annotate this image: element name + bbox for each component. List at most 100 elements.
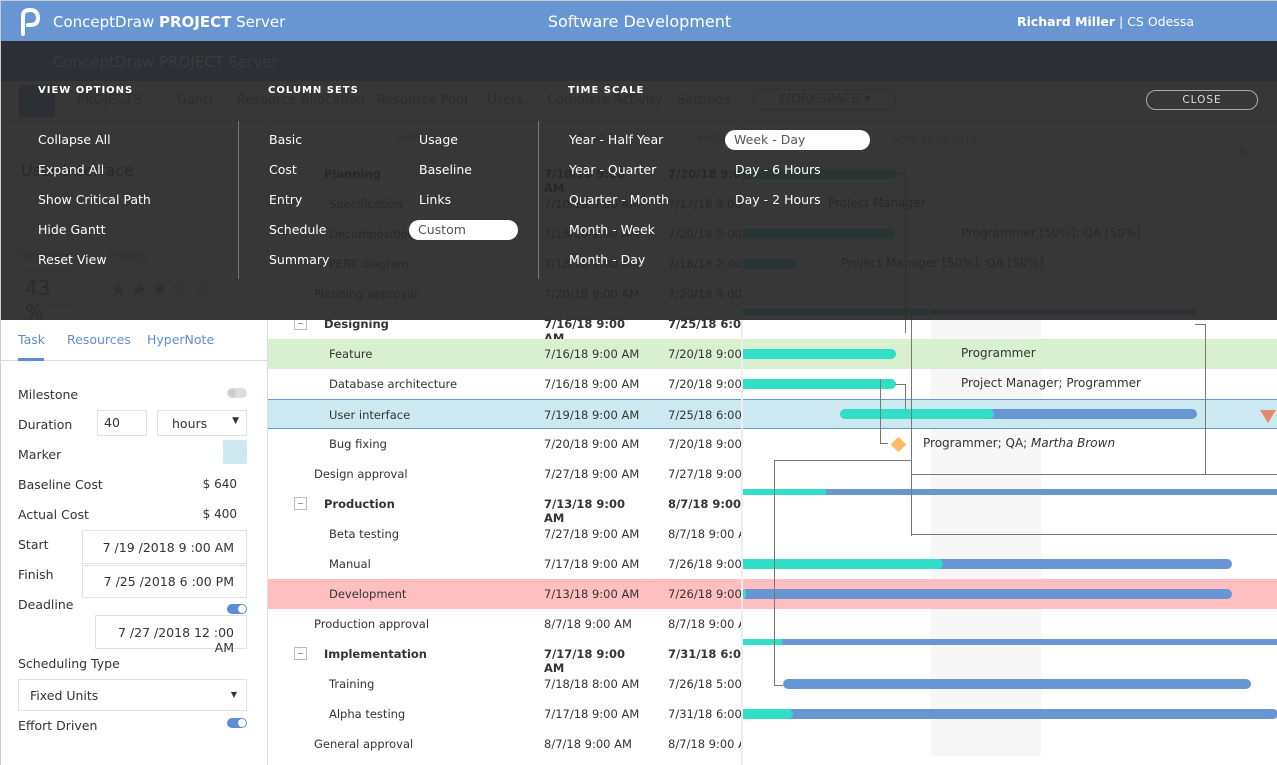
dropdown-arrow-icon: ▼ xyxy=(230,690,237,699)
menu-show-critical-path[interactable]: Show Critical Path xyxy=(38,192,151,207)
resource-label-database: Project Manager; Programmer xyxy=(961,376,1141,390)
time-scale-month-day[interactable]: Month - Day xyxy=(569,252,645,267)
resource-label-bug-fixing-text: Programmer; QA; xyxy=(923,436,1032,450)
gantt-task-bar[interactable] xyxy=(743,559,1232,569)
milestone-diamond-icon[interactable] xyxy=(890,436,907,453)
table-row[interactable]: Design approval 7/27/18 9:00 AM 7/27/18 9:… xyxy=(268,459,742,489)
table-row[interactable]: Implementation 7/17/18 9:00 AM 7/31/18 6:0… xyxy=(268,639,742,675)
task-start: 7/16/18 9:00 AM xyxy=(544,347,640,361)
column-set-schedule[interactable]: Schedule xyxy=(269,222,326,237)
deadline-marker-icon[interactable] xyxy=(1260,410,1276,423)
time-scale-day-6-hours[interactable]: Day - 6 Hours xyxy=(735,162,821,177)
actual-cost-label: Actual Cost xyxy=(18,507,89,522)
column-set-cost[interactable]: Cost xyxy=(269,162,297,177)
table-row[interactable]: Beta testing 7/27/18 9:00 AM 8/7/18 9:00 A… xyxy=(268,519,742,549)
time-scale-year-half-year[interactable]: Year - Half Year xyxy=(569,132,663,147)
milestone-toggle[interactable] xyxy=(227,388,247,398)
task-name: Production xyxy=(324,497,395,511)
table-row[interactable]: Alpha testing 7/17/18 9:00 AM 7/31/18 6:00… xyxy=(268,699,742,729)
tab-task[interactable]: Task xyxy=(18,332,45,347)
table-row[interactable]: User interface 7/19/18 9:00 AM 7/25/18 6:0… xyxy=(268,399,742,429)
column-set-links[interactable]: Links xyxy=(419,192,451,207)
duration-unit-select[interactable]: hours ▼ xyxy=(157,410,247,436)
table-row[interactable]: General approval 8/7/18 9:00 AM 8/7/18 9:0… xyxy=(268,729,742,759)
table-row[interactable]: Training 7/18/18 8:00 AM 7/26/18 5:00 PM xyxy=(268,669,742,699)
column-set-usage[interactable]: Usage xyxy=(419,132,458,147)
gantt-task-bar[interactable] xyxy=(743,709,1277,719)
menu-hide-gantt[interactable]: Hide Gantt xyxy=(38,222,106,237)
task-name: Production approval xyxy=(314,617,430,631)
view-options-heading: VIEW OPTIONS xyxy=(38,85,134,96)
gantt-task-bar[interactable] xyxy=(743,349,896,359)
scheduling-type-select[interactable]: Fixed Units ▼ xyxy=(18,679,247,711)
table-row[interactable]: Development 7/13/18 9:00 AM 7/26/18 9:00 A… xyxy=(268,579,742,609)
duration-input[interactable]: 40 xyxy=(97,410,147,436)
column-set-basic[interactable]: Basic xyxy=(269,132,302,147)
marker-color-swatch[interactable] xyxy=(223,440,247,464)
gantt-selected-task-bar[interactable] xyxy=(840,409,1197,419)
task-name: General approval xyxy=(314,737,414,751)
task-finish: 7/25/18 6:00 PM xyxy=(668,408,742,422)
gantt-task-bar[interactable] xyxy=(743,589,1232,599)
menu-expand-all[interactable]: Expand All xyxy=(38,162,104,177)
gantt-progress-fill xyxy=(840,409,994,419)
column-set-baseline[interactable]: Baseline xyxy=(419,162,472,177)
actual-cost-value: $ 400 xyxy=(202,507,237,521)
time-scale-month-week[interactable]: Month - Week xyxy=(569,222,655,237)
user-org: CS Odessa xyxy=(1127,14,1194,29)
table-row[interactable]: Production7/13/18 9:00 AM8/7/18 9:00 AM xyxy=(268,489,742,525)
table-row[interactable]: Feature 7/16/18 9:00 AM 7/20/18 9:00 AM xyxy=(268,339,742,369)
column-set-custom-selected[interactable]: Custom xyxy=(409,220,518,240)
gantt-summary-bar[interactable] xyxy=(743,639,1277,645)
time-scale-day-2-hours[interactable]: Day - 2 Hours xyxy=(735,192,821,207)
tab-resources[interactable]: Resources xyxy=(67,332,131,347)
detail-tabs: Task Resources HyperNote xyxy=(1,321,268,361)
task-start: 7/16/18 9:00 AM xyxy=(544,377,640,391)
task-start: 7/27/18 9:00 AM xyxy=(544,527,640,541)
column-set-summary[interactable]: Summary xyxy=(269,252,329,267)
dependency-link-line xyxy=(774,685,783,686)
finish-date-input[interactable]: 7 /25 /2018 6 :00 PM xyxy=(82,565,247,598)
start-date-input[interactable]: 7 /19 /2018 9 :00 AM xyxy=(82,530,247,564)
table-row[interactable]: Manual 7/17/18 9:00 AM 7/26/18 9:00 AM xyxy=(268,549,742,579)
gantt-task-bar[interactable] xyxy=(783,679,1251,689)
duration-label: Duration xyxy=(18,417,73,432)
tab-hypernote[interactable]: HyperNote xyxy=(147,332,214,347)
table-row[interactable]: Database architecture 7/16/18 9:00 AM 7/20… xyxy=(268,369,742,399)
gantt-progress-fill xyxy=(743,559,943,569)
user-info[interactable]: Richard Miller | CS Odessa xyxy=(1017,14,1194,29)
close-button[interactable]: CLOSE xyxy=(1146,90,1258,110)
dependency-link-line xyxy=(911,474,1277,475)
menu-reset-view[interactable]: Reset View xyxy=(38,252,107,267)
task-finish: 8/7/18 9:00 AM xyxy=(668,737,742,751)
deadline-toggle[interactable] xyxy=(227,604,247,614)
time-scale-quarter-month[interactable]: Quarter - Month xyxy=(569,192,669,207)
finish-label: Finish xyxy=(18,567,54,582)
time-scale-week-day-selected[interactable]: Week - Day xyxy=(725,130,870,150)
task-finish: 7/26/18 9:00 AM xyxy=(668,557,742,571)
dependency-link-line xyxy=(880,443,888,444)
gantt-progress-fill xyxy=(743,639,783,645)
resource-label-feature: Programmer xyxy=(961,346,1036,360)
gantt-task-bar[interactable] xyxy=(743,379,896,389)
gantt-summary-bar[interactable] xyxy=(743,489,1277,495)
collapse-toggle-icon[interactable] xyxy=(294,497,307,510)
view-settings-overlay: ConceptDraw PROJECT Server VIEW OPTIONS … xyxy=(1,41,1277,320)
marker-label: Marker xyxy=(18,447,62,462)
time-scale-year-quarter[interactable]: Year - Quarter xyxy=(569,162,656,177)
table-row[interactable]: Bug fixing 7/20/18 9:00 AM 7/20/18 9:00 AM xyxy=(268,429,742,459)
column-set-entry[interactable]: Entry xyxy=(269,192,302,207)
deadline-date-input[interactable]: 7 /27 /2018 12 :00 AM xyxy=(95,615,247,655)
collapse-toggle-icon[interactable] xyxy=(294,647,307,660)
effort-driven-toggle[interactable] xyxy=(227,718,247,728)
dependency-link-line xyxy=(774,460,911,461)
resource-label-bug-fixing-person: Martha Brown xyxy=(1031,436,1116,450)
task-finish: 7/26/18 9:00 AM xyxy=(668,587,742,601)
task-name: Development xyxy=(329,587,407,601)
task-finish: 7/20/18 9:00 AM xyxy=(668,377,742,391)
table-row[interactable]: Production approval 8/7/18 9:00 AM 8/7/18 … xyxy=(268,609,742,639)
task-finish: 8/7/18 9:00 AM xyxy=(668,527,742,541)
menu-collapse-all[interactable]: Collapse All xyxy=(38,132,111,147)
task-start: 8/7/18 9:00 AM xyxy=(544,617,632,631)
menu-divider xyxy=(538,121,539,279)
